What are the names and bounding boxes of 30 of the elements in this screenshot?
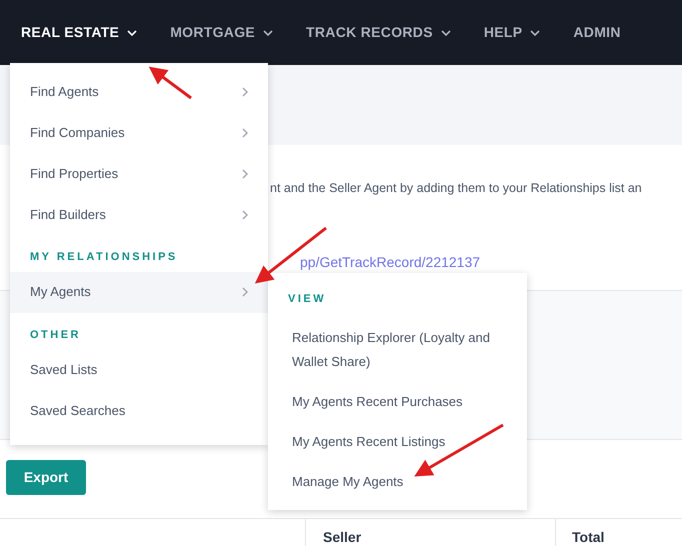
annotation-arrow [148,66,192,100]
chevron-right-icon [242,210,248,220]
menu-section-header: OTHER [29,328,82,342]
menu-item[interactable]: Find Companies [10,112,268,153]
menu-item[interactable]: Find Builders [10,194,268,235]
menu-item[interactable]: Saved Searches [10,390,268,431]
menu-section-header: VIEW [287,292,328,307]
chevron-right-icon [242,287,248,297]
submenu-item[interactable]: My Agents Recent Purchases [268,382,527,422]
submenu-item[interactable]: My Agents Recent Listings [268,422,527,462]
chevron-right-icon [242,168,248,178]
menu-item[interactable]: My Agents [10,272,268,312]
nav-menu-item[interactable]: HELP [484,22,540,43]
nav-menu-item[interactable]: REAL ESTATE [21,22,138,43]
track-record-link[interactable]: pp/GetTrackRecord/2212137 [300,252,480,273]
chevron-right-icon [242,86,248,96]
description-text: nt and the Seller Agent by adding them to your Relationships list an [270,180,642,197]
nav-menu-item[interactable]: ADMIN [573,22,621,43]
menu-item[interactable]: Saved Lists [10,349,268,390]
column-header[interactable]: Total [572,527,604,546]
column-header[interactable]: Seller [323,527,362,546]
nav-menu-item[interactable]: TRACK RECORDS [306,22,451,43]
export-button[interactable]: Export [6,460,86,495]
menu-section-header: MY RELATIONSHIPS [29,250,179,265]
chevron-right-icon [242,128,248,138]
menu-item[interactable]: Find Agents [10,71,268,112]
menu-item[interactable]: Find Properties [10,153,268,194]
nav-menu-item[interactable]: MORTGAGE [170,22,274,43]
submenu-item[interactable]: Manage My Agents [268,462,527,502]
submenu-item[interactable]: Relationship Explorer (Loyalty and Wallet Share) [268,318,527,382]
